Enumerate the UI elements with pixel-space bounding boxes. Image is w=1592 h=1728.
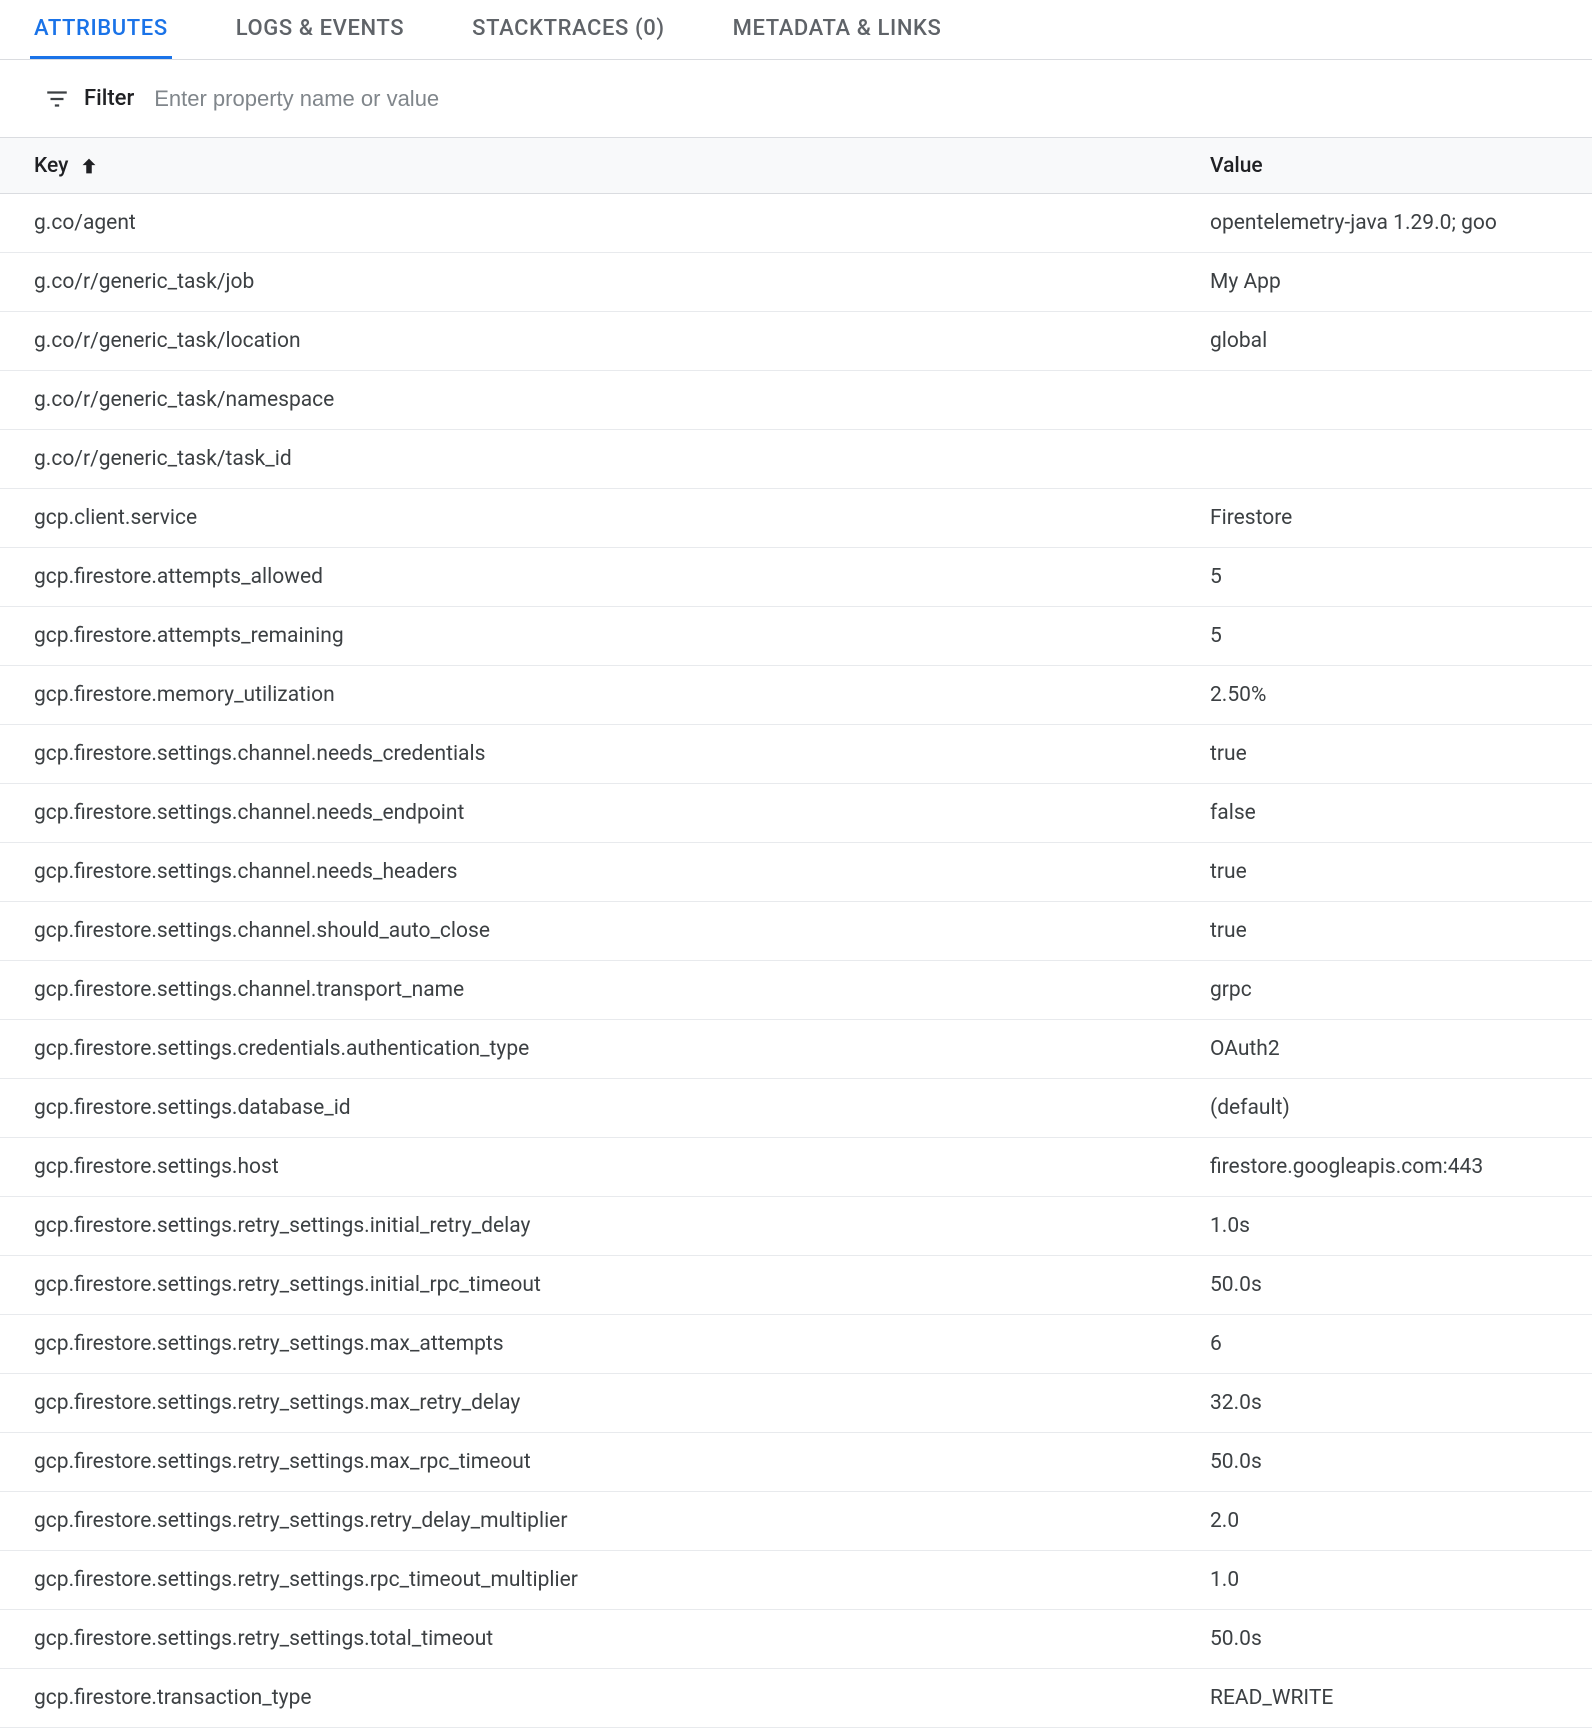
cell-key: gcp.firestore.transaction_type <box>0 1686 1210 1710</box>
cell-value: (default) <box>1210 1096 1592 1120</box>
cell-key: gcp.firestore.settings.channel.needs_end… <box>0 801 1210 825</box>
table-row[interactable]: gcp.firestore.settings.channel.needs_cre… <box>0 725 1592 784</box>
cell-key: gcp.firestore.settings.retry_settings.re… <box>0 1509 1210 1533</box>
table-row[interactable]: gcp.firestore.settings.retry_settings.to… <box>0 1610 1592 1669</box>
cell-value: 32.0s <box>1210 1391 1592 1415</box>
cell-value: true <box>1210 742 1592 766</box>
table-row[interactable]: gcp.firestore.settings.retry_settings.ma… <box>0 1433 1592 1492</box>
cell-key: gcp.firestore.settings.host <box>0 1155 1210 1179</box>
filter-input[interactable] <box>152 85 1592 113</box>
tab-attributes[interactable]: ATTRIBUTES <box>30 0 172 59</box>
table-row[interactable]: gcp.client.serviceFirestore <box>0 489 1592 548</box>
table-row[interactable]: gcp.firestore.settings.channel.needs_hea… <box>0 843 1592 902</box>
arrow-up-icon <box>78 155 100 177</box>
cell-key: gcp.firestore.settings.retry_settings.to… <box>0 1627 1210 1651</box>
cell-key: gcp.firestore.settings.channel.needs_cre… <box>0 742 1210 766</box>
table-row[interactable]: g.co/r/generic_task/task_id <box>0 430 1592 489</box>
cell-key: gcp.firestore.settings.channel.needs_hea… <box>0 860 1210 884</box>
filter-bar: Filter <box>0 60 1592 138</box>
filter-label: Filter <box>84 86 134 111</box>
table-row[interactable]: gcp.firestore.settings.retry_settings.in… <box>0 1256 1592 1315</box>
table-row[interactable]: gcp.firestore.settings.retry_settings.ma… <box>0 1374 1592 1433</box>
cell-key: gcp.firestore.settings.retry_settings.ma… <box>0 1450 1210 1474</box>
cell-value: firestore.googleapis.com:443 <box>1210 1155 1592 1179</box>
table-row[interactable]: gcp.firestore.settings.retry_settings.re… <box>0 1492 1592 1551</box>
table-row[interactable]: g.co/r/generic_task/jobMy App <box>0 253 1592 312</box>
tab-logs-events[interactable]: LOGS & EVENTS <box>232 0 408 59</box>
cell-key: gcp.firestore.settings.retry_settings.in… <box>0 1214 1210 1238</box>
cell-key: gcp.firestore.settings.channel.transport… <box>0 978 1210 1002</box>
cell-value: 1.0s <box>1210 1214 1592 1238</box>
table-row[interactable]: gcp.firestore.settings.channel.should_au… <box>0 902 1592 961</box>
table-row[interactable]: gcp.firestore.memory_utilization2.50% <box>0 666 1592 725</box>
cell-key: gcp.firestore.settings.retry_settings.ma… <box>0 1391 1210 1415</box>
cell-value: true <box>1210 919 1592 943</box>
cell-value: 1.0 <box>1210 1568 1592 1592</box>
cell-key: gcp.firestore.memory_utilization <box>0 683 1210 707</box>
cell-key: gcp.firestore.settings.retry_settings.rp… <box>0 1568 1210 1592</box>
table-row[interactable]: gcp.firestore.settings.database_id(defau… <box>0 1079 1592 1138</box>
cell-value: My App <box>1210 270 1592 294</box>
cell-value: grpc <box>1210 978 1592 1002</box>
table-row[interactable]: gcp.firestore.settings.channel.transport… <box>0 961 1592 1020</box>
column-header-key-label: Key <box>34 154 68 178</box>
column-header-value[interactable]: Value <box>1210 154 1592 178</box>
cell-value: 50.0s <box>1210 1273 1592 1297</box>
cell-key: g.co/r/generic_task/namespace <box>0 388 1210 412</box>
cell-value: 50.0s <box>1210 1450 1592 1474</box>
cell-value: READ_WRITE <box>1210 1686 1592 1710</box>
table-row[interactable]: gcp.firestore.settings.channel.needs_end… <box>0 784 1592 843</box>
cell-value: 6 <box>1210 1332 1592 1356</box>
tab-bar: ATTRIBUTES LOGS & EVENTS STACKTRACES (0)… <box>0 0 1592 60</box>
cell-key: gcp.client.service <box>0 506 1210 530</box>
cell-value: Firestore <box>1210 506 1592 530</box>
cell-value: 2.50% <box>1210 683 1592 707</box>
cell-key: gcp.firestore.settings.credentials.authe… <box>0 1037 1210 1061</box>
table-row[interactable]: gcp.firestore.attempts_allowed5 <box>0 548 1592 607</box>
cell-value: OAuth2 <box>1210 1037 1592 1061</box>
cell-key: gcp.firestore.attempts_remaining <box>0 624 1210 648</box>
table-row[interactable]: gcp.firestore.settings.retry_settings.ma… <box>0 1315 1592 1374</box>
cell-key: gcp.firestore.settings.retry_settings.ma… <box>0 1332 1210 1356</box>
cell-key: g.co/agent <box>0 211 1210 235</box>
cell-value: 50.0s <box>1210 1627 1592 1651</box>
cell-key: gcp.firestore.settings.database_id <box>0 1096 1210 1120</box>
table-row[interactable]: gcp.firestore.settings.hostfirestore.goo… <box>0 1138 1592 1197</box>
cell-key: gcp.firestore.settings.channel.should_au… <box>0 919 1210 943</box>
column-header-value-label: Value <box>1210 154 1263 178</box>
cell-value: 2.0 <box>1210 1509 1592 1533</box>
cell-key: gcp.firestore.attempts_allowed <box>0 565 1210 589</box>
column-header-key[interactable]: Key <box>0 154 1210 178</box>
filter-icon <box>44 86 70 112</box>
table-row[interactable]: g.co/r/generic_task/locationglobal <box>0 312 1592 371</box>
cell-value: true <box>1210 860 1592 884</box>
tab-metadata-links[interactable]: METADATA & LINKS <box>729 0 946 59</box>
cell-value: opentelemetry-java 1.29.0; goo <box>1210 211 1592 235</box>
table-row[interactable]: gcp.firestore.attempts_remaining5 <box>0 607 1592 666</box>
cell-value: global <box>1210 329 1592 353</box>
cell-key: g.co/r/generic_task/location <box>0 329 1210 353</box>
table-row[interactable]: gcp.firestore.settings.credentials.authe… <box>0 1020 1592 1079</box>
cell-key: g.co/r/generic_task/task_id <box>0 447 1210 471</box>
table-row[interactable]: gcp.firestore.settings.retry_settings.in… <box>0 1197 1592 1256</box>
table-row[interactable]: gcp.firestore.transaction_typeREAD_WRITE <box>0 1669 1592 1728</box>
attributes-table: Key Value g.co/agentopentelemetry-java 1… <box>0 138 1592 1728</box>
table-row[interactable]: gcp.firestore.settings.retry_settings.rp… <box>0 1551 1592 1610</box>
table-header: Key Value <box>0 138 1592 194</box>
cell-value: 5 <box>1210 624 1592 648</box>
cell-value: false <box>1210 801 1592 825</box>
cell-value: 5 <box>1210 565 1592 589</box>
cell-key: gcp.firestore.settings.retry_settings.in… <box>0 1273 1210 1297</box>
table-row[interactable]: g.co/agentopentelemetry-java 1.29.0; goo <box>0 194 1592 253</box>
cell-key: g.co/r/generic_task/job <box>0 270 1210 294</box>
table-row[interactable]: g.co/r/generic_task/namespace <box>0 371 1592 430</box>
tab-stacktraces[interactable]: STACKTRACES (0) <box>468 0 668 59</box>
